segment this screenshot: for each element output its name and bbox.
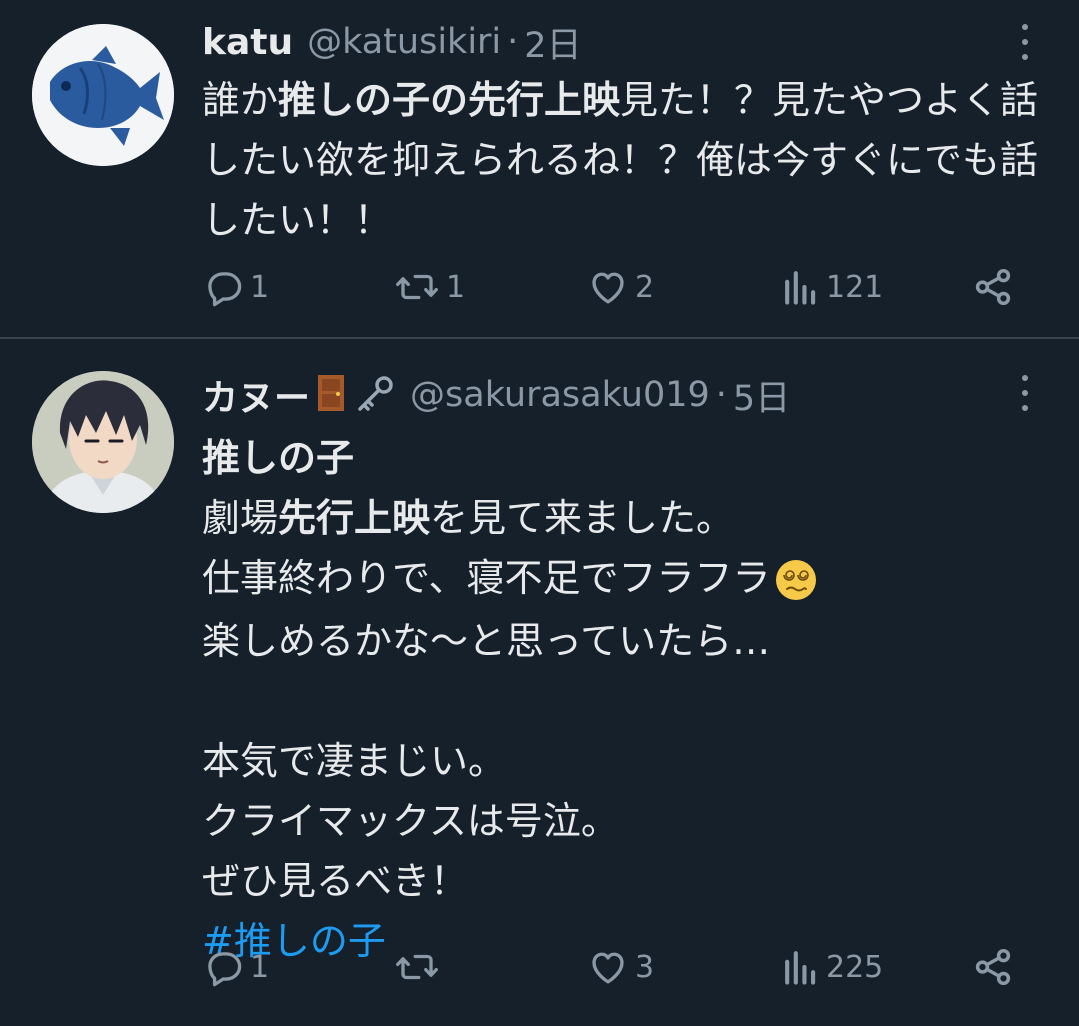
text-line-4: 楽しめるかな〜と思っていたら… [202,618,771,663]
retweet-count: 1 [446,269,466,305]
avatar[interactable] [32,24,174,166]
anime-character-avatar-icon [32,371,174,513]
avatar[interactable] [32,371,174,513]
views-button[interactable]: 121 [782,262,883,312]
text-segment-bold: 先行上映 [278,496,431,540]
timestamp[interactable]: 2日 [524,17,581,68]
reply-button[interactable]: 1 [202,262,269,312]
views-count: 121 [826,269,884,305]
more-options-icon[interactable] [1011,24,1039,60]
tweet-text: 推しの子 劇場先行上映を見て来ました。 仕事終わりで、寝不足でフラフラ 楽しめる… [202,428,1042,971]
views-icon [785,951,816,985]
separator: · [715,375,727,415]
share-button[interactable] [972,942,1014,992]
tweet-header: katu @katusikiri · 2日 [202,20,582,66]
tweet-kanu[interactable]: カヌー @sakurasaku019 · 5日 推しの子 劇場先行上映を見て来ま… [0,339,1079,1026]
text-segment: を見て来ました。 [430,496,735,540]
retweet-icon [396,274,438,300]
like-count: 3 [635,949,655,985]
share-icon [975,948,1011,986]
author-handle[interactable]: @sakurasaku019 [410,375,710,415]
text-line-7: ぜひ見るべき！ [202,858,469,903]
text-segment: 誰か [202,78,279,122]
separator: · [507,22,519,62]
views-icon [785,271,816,305]
text-line-1: 推しの子 [202,436,355,480]
text-segment-bold: 推しの子の先行上映 [278,78,621,122]
dizzy-face-emoji-icon [774,551,818,611]
tweet-actions: 1 1 2 121 [202,262,1022,312]
retweet-icon [396,954,438,980]
key-emoji-icon [352,373,396,417]
tweet-text: 誰か推しの子の先行上映見た！？見たやつよく話したい欲を抑えられるね！？俺は今すぐ… [202,70,1042,250]
text-line-6: クライマックスは号泣。 [202,798,619,843]
like-count: 2 [635,269,655,305]
share-icon [975,268,1011,306]
door-emoji-icon [314,373,348,417]
reply-icon [208,952,242,987]
text-line-3: 仕事終わりで、寝不足でフラフラ [202,556,771,600]
heart-icon [592,952,624,984]
text-segment: 劇場 [202,496,279,540]
retweet-button[interactable] [394,942,446,992]
retweet-button[interactable]: 1 [394,262,465,312]
timestamp[interactable]: 5日 [733,370,790,421]
author-name[interactable]: katu [202,22,293,63]
author-handle[interactable]: @katusikiri [307,22,501,62]
share-button[interactable] [972,262,1014,312]
views-count: 225 [826,949,884,985]
reply-count: 1 [250,949,270,985]
like-button[interactable]: 2 [587,262,654,312]
tweet-katu[interactable]: katu @katusikiri · 2日 誰か推しの子の先行上映見た！？見たや… [0,0,1079,339]
tweet-actions: 1 3 225 [202,942,1022,992]
like-button[interactable]: 3 [587,942,654,992]
more-options-icon[interactable] [1011,375,1039,411]
reply-button[interactable]: 1 [202,942,269,992]
author-name[interactable]: カヌー [202,369,310,421]
fish-avatar-icon [32,24,174,166]
reply-count: 1 [250,269,270,305]
heart-icon [592,272,624,304]
reply-icon [208,272,242,307]
text-line-5: 本気で凄まじい。 [202,738,507,783]
tweet-header: カヌー @sakurasaku019 · 5日 [202,373,790,419]
views-button[interactable]: 225 [782,942,883,992]
